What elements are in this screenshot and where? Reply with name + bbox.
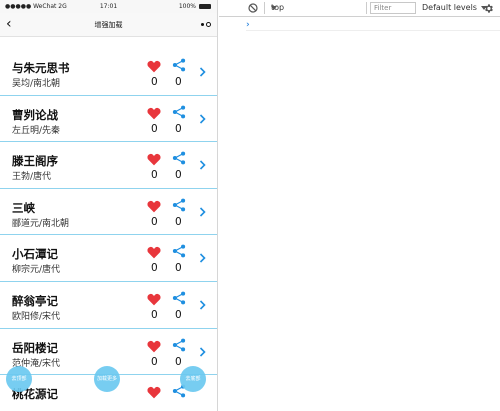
share-count: 0 [175, 308, 182, 321]
battery-icon [199, 4, 211, 9]
status-bar: ●●●●● WeChat 2G 17:01 100% [0, 0, 217, 13]
log-levels-dropdown[interactable]: Default levels [422, 3, 487, 12]
log-levels-label: Default levels [422, 3, 477, 12]
heart-icon[interactable] [147, 246, 161, 259]
heart-icon[interactable] [147, 107, 161, 120]
list-item[interactable]: 与朱元思书 吴均/南北朝 0 0 [0, 49, 217, 96]
item-author: 郦道元/南北朝 [12, 218, 70, 229]
console-line [246, 30, 500, 31]
share-count: 0 [175, 215, 182, 228]
item-author: 左丘明/先秦 [12, 125, 61, 136]
navigation-bar: ‹ 增强加载 [0, 13, 217, 37]
battery-status: 100% [179, 3, 211, 10]
filter-input[interactable]: Filter [370, 2, 416, 14]
share-icon[interactable] [172, 291, 186, 305]
list-item[interactable]: 醉翁亭记 欧阳修/宋代 0 0 [0, 282, 217, 329]
list-item[interactable]: 小石潭记 柳宗元/唐代 0 0 [0, 235, 217, 282]
heart-icon[interactable] [147, 60, 161, 73]
list-item[interactable]: 曹刿论战 左丘明/先秦 0 0 [0, 96, 217, 143]
page-title: 增强加载 [94, 21, 123, 29]
heart-icon[interactable] [147, 153, 161, 166]
console-prompt[interactable]: › [246, 20, 250, 30]
item-title: 三峡 [12, 200, 35, 215]
like-count: 0 [151, 262, 158, 275]
item-title: 小石潭记 [12, 247, 58, 262]
share-count: 0 [175, 169, 182, 182]
chevron-right-icon[interactable] [199, 114, 206, 124]
item-title: 岳阳楼记 [12, 340, 58, 355]
item-title: 滕王阁序 [12, 154, 58, 169]
item-author: 王勃/唐代 [12, 172, 52, 183]
item-title: 曹刿论战 [12, 107, 58, 122]
heart-icon[interactable] [147, 340, 161, 353]
share-count: 0 [175, 122, 182, 135]
chevron-down-icon [271, 6, 277, 10]
screen: ●●●●● WeChat 2G 17:01 100% ‹ 增强加载 与朱元思书 … [0, 0, 500, 411]
clear-console-icon[interactable] [248, 3, 258, 13]
like-count: 0 [151, 355, 158, 368]
like-count: 0 [151, 215, 158, 228]
list-item[interactable]: 三峡 郦道元/南北朝 0 0 [0, 189, 217, 236]
like-count: 0 [151, 122, 158, 135]
chevron-right-icon[interactable] [199, 160, 206, 170]
devtools-console: top Filter Default levels › [219, 0, 500, 411]
like-count: 0 [151, 308, 158, 321]
console-toolbar: top Filter Default levels [219, 0, 500, 17]
share-count: 0 [175, 355, 182, 368]
share-count: 0 [175, 262, 182, 275]
chevron-right-icon[interactable] [199, 253, 206, 263]
item-author: 吴均/南北朝 [12, 79, 61, 89]
load-more-button[interactable]: 加载更多 [94, 366, 120, 392]
list-item[interactable]: 滕王阁序 王勃/唐代 0 0 [0, 142, 217, 189]
go-top-button[interactable]: 去顶部 [6, 366, 32, 392]
like-count: 0 [151, 169, 158, 182]
heart-icon[interactable] [147, 293, 161, 306]
share-icon[interactable] [172, 338, 186, 352]
chevron-right-icon[interactable] [199, 207, 206, 217]
battery-percent: 100% [178, 3, 196, 10]
share-icon[interactable] [172, 58, 186, 72]
share-icon[interactable] [172, 244, 186, 258]
chevron-right-icon[interactable] [199, 67, 206, 77]
item-title: 醉翁亭记 [12, 293, 58, 308]
more-menu-icon[interactable] [201, 22, 211, 27]
toolbar-divider [264, 2, 265, 14]
share-icon[interactable] [172, 105, 186, 119]
like-count: 0 [151, 76, 158, 88]
item-author: 柳宗元/唐代 [12, 265, 61, 276]
share-icon[interactable] [172, 198, 186, 212]
chevron-right-icon[interactable] [199, 300, 206, 310]
menu-dot [201, 23, 204, 26]
share-count: 0 [175, 76, 182, 88]
item-title: 与朱元思书 [12, 61, 70, 75]
toolbar-divider [366, 2, 367, 14]
go-bottom-button[interactable]: 去底部 [180, 366, 206, 392]
share-icon[interactable] [172, 151, 186, 165]
item-author: 欧阳修/宋代 [12, 311, 61, 322]
menu-circle [206, 22, 211, 27]
context-selector[interactable]: top [271, 3, 363, 14]
chevron-right-icon[interactable] [199, 346, 206, 357]
phone-simulator: ●●●●● WeChat 2G 17:01 100% ‹ 增强加载 与朱元思书 … [0, 0, 218, 411]
heart-icon[interactable] [147, 200, 161, 213]
heart-icon[interactable] [147, 386, 161, 399]
gear-icon[interactable] [483, 3, 494, 14]
article-list: 与朱元思书 吴均/南北朝 0 0 曹刿论战 左丘明/先秦 0 0 滕王阁序 王勃… [0, 49, 217, 411]
